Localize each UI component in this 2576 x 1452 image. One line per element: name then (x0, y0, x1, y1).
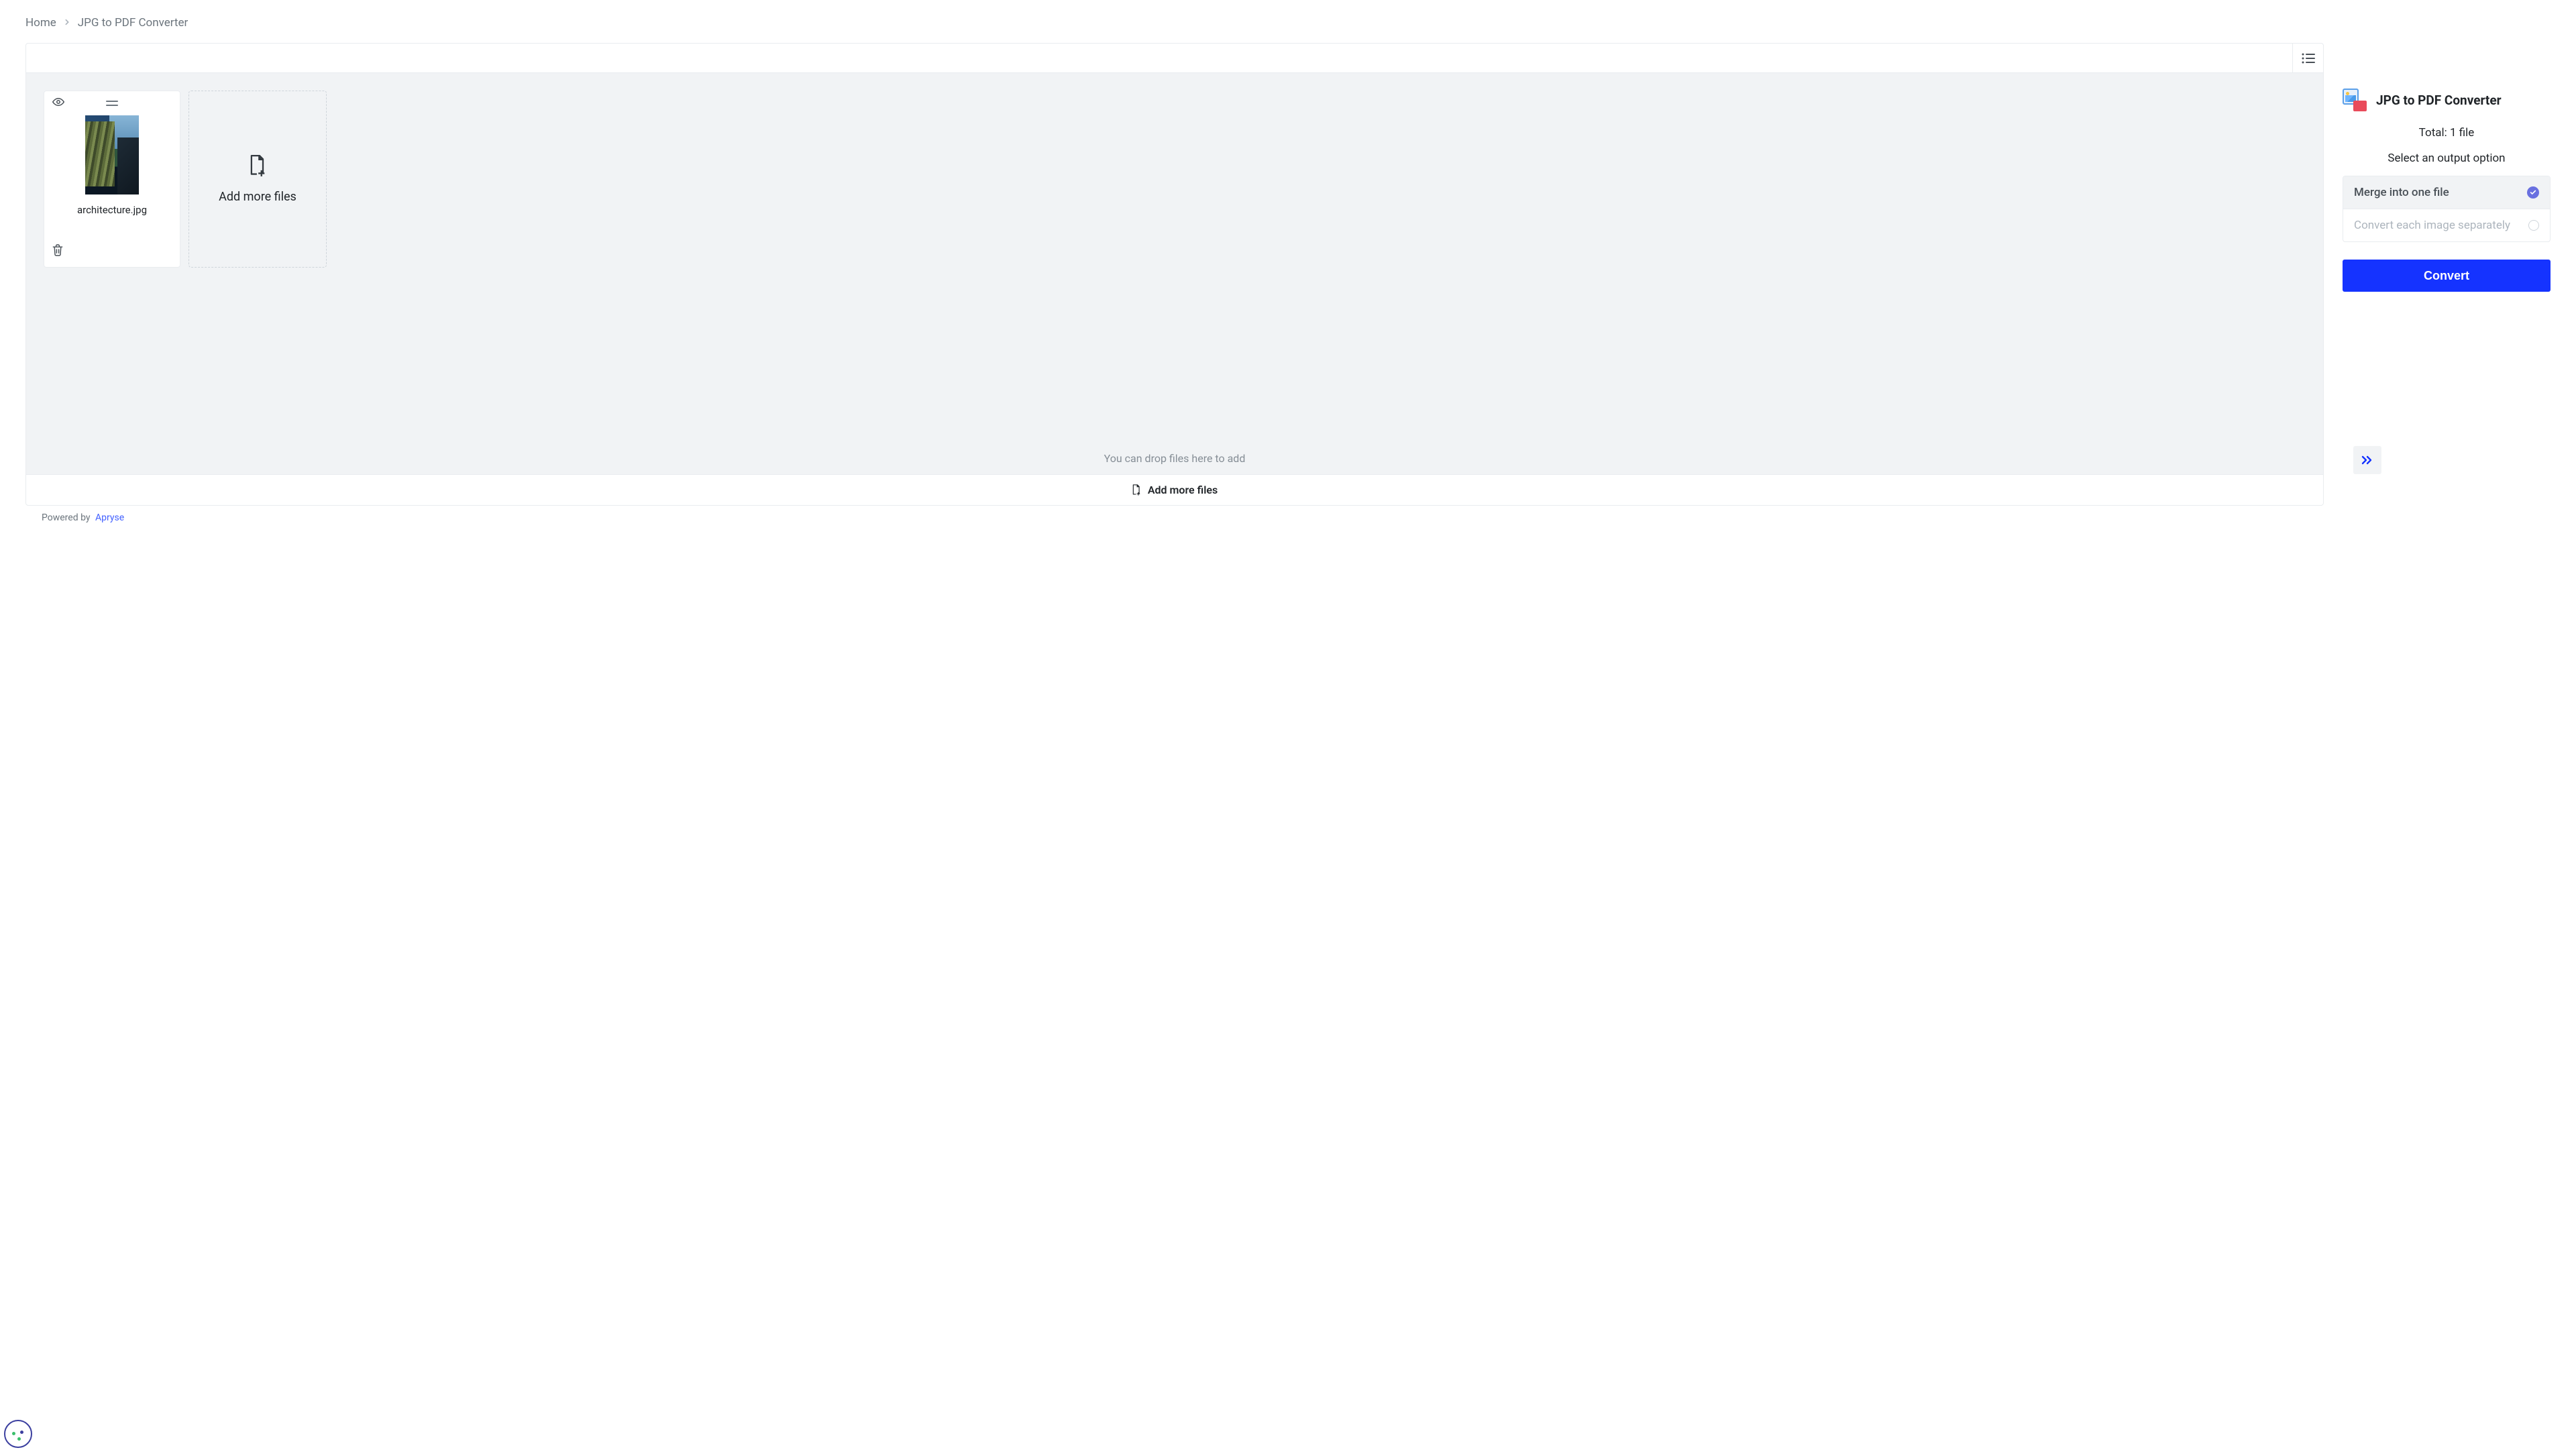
add-more-files-box[interactable]: Add more files (189, 91, 327, 268)
list-icon (2302, 53, 2315, 64)
breadcrumb-home[interactable]: Home (25, 16, 56, 30)
drag-handle-icon[interactable] (106, 101, 118, 106)
file-count-label: Total: 1 file (2343, 126, 2551, 139)
apryse-link[interactable]: Apryse (95, 512, 124, 523)
add-more-files-bar-label: Add more files (1148, 484, 1218, 496)
file-workspace[interactable]: architecture.jpg Add more files (26, 73, 2323, 474)
check-circle-icon (2527, 186, 2539, 199)
chevron-right-icon (64, 18, 70, 28)
preview-icon[interactable] (52, 97, 64, 109)
convert-button[interactable]: Convert (2343, 260, 2551, 292)
add-more-files-bar[interactable]: Add more files (26, 474, 2323, 505)
list-view-button[interactable] (2292, 44, 2323, 73)
output-option-group: Merge into one file Convert each image s… (2343, 176, 2551, 242)
collapse-panel-button[interactable] (2353, 446, 2381, 474)
powered-by-label: Powered by Apryse (25, 512, 2551, 523)
option-separate-label: Convert each image separately (2354, 219, 2510, 232)
option-separate[interactable]: Convert each image separately (2343, 209, 2550, 241)
file-add-small-icon (1132, 484, 1141, 496)
breadcrumb-current: JPG to PDF Converter (78, 16, 189, 30)
side-panel: JPG to PDF Converter Total: 1 file Selec… (2343, 43, 2551, 474)
instruction-label: Select an output option (2343, 152, 2551, 165)
option-merge[interactable]: Merge into one file (2343, 176, 2550, 209)
drop-hint-text: You can drop files here to add (26, 452, 2323, 465)
jpg-to-pdf-icon (2343, 89, 2367, 111)
delete-icon[interactable] (52, 244, 63, 259)
option-merge-label: Merge into one file (2354, 186, 2449, 199)
file-add-icon (248, 155, 267, 176)
add-more-files-label: Add more files (219, 190, 297, 204)
breadcrumb: Home JPG to PDF Converter (25, 16, 2551, 30)
file-thumbnail (85, 115, 139, 194)
file-name-label: architecture.jpg (77, 204, 147, 216)
chevron-double-right-icon (2361, 455, 2373, 465)
tool-title: JPG to PDF Converter (2376, 93, 2502, 108)
cookie-settings-button[interactable] (4, 1420, 32, 1448)
file-card[interactable]: architecture.jpg (44, 91, 180, 268)
radio-empty-icon (2528, 220, 2539, 231)
toolbar (26, 44, 2323, 73)
main-panel: architecture.jpg Add more files (25, 43, 2324, 506)
